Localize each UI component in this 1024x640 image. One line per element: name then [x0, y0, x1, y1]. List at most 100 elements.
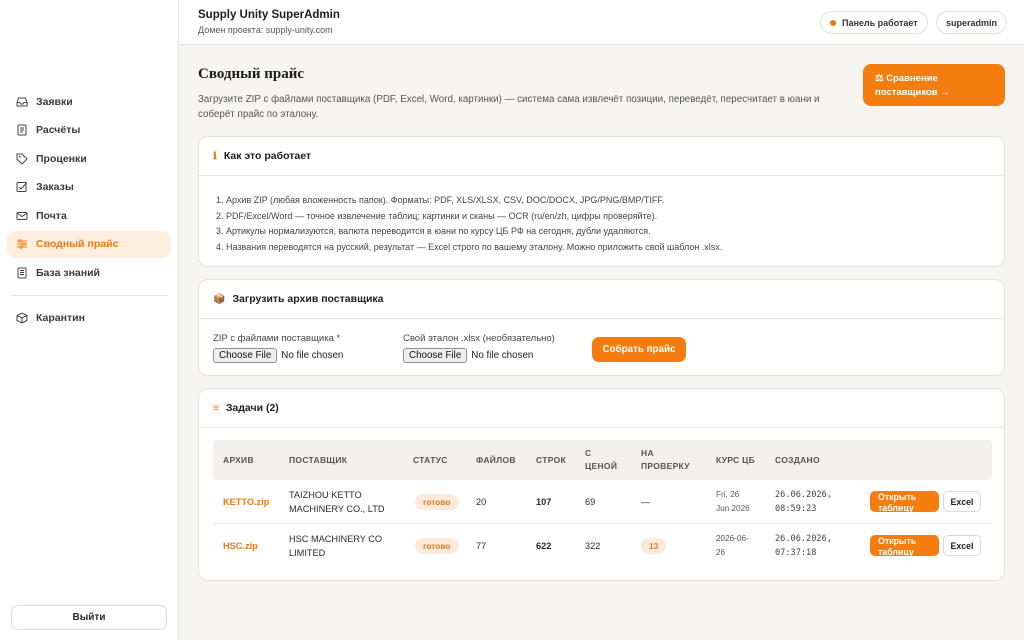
review-count: —	[641, 497, 651, 507]
build-price-button[interactable]: Собрать прайс	[592, 337, 686, 362]
zip-file-status: No file chosen	[281, 350, 344, 361]
tasks-table: АРХИВ ПОСТАВЩИК СТАТУС ФАЙЛОВ СТРОК С ЦЕ…	[213, 440, 992, 568]
rate-line: Jun 2026	[716, 504, 750, 513]
cb-rate-date: Fri, 26 Jun 2026	[716, 488, 750, 516]
status-label: Панель работает	[842, 17, 918, 28]
sidebar-nav: Заявки Расчёты Проценки Заказы Почта Сво…	[7, 88, 171, 333]
open-table-button[interactable]: Открыть таблицу	[870, 491, 939, 513]
sliders-icon	[17, 239, 27, 250]
status-dot-icon	[830, 19, 836, 26]
sidebar-item-label: База знаний	[36, 267, 101, 280]
sidebar-item-quotes[interactable]: Проценки	[7, 145, 171, 172]
steps-list: 1. Архив ZIP (любая вложенность папок). …	[199, 176, 1004, 255]
cube-icon	[16, 312, 28, 324]
archive-link[interactable]: KETTO.zip	[223, 495, 269, 509]
excel-download-button[interactable]: Excel	[943, 535, 981, 556]
column-header: НА ПРОВЕРКУ	[641, 448, 690, 471]
sidebar-item-label: Почта	[36, 209, 67, 222]
column-header: ПОСТАВЩИК	[289, 455, 348, 465]
compare-suppliers-button[interactable]: ⚖ Сравнение поставщиков →	[863, 64, 1005, 106]
supplier-name: HSC MACHINERY CO LIMITED	[289, 532, 382, 560]
upload-card: 📦 Загрузить архив поставщика ZIP с файла…	[198, 279, 1005, 376]
table-row: KETTO.zip TAIZHOU KETTO MACHINERY CO., L…	[213, 480, 992, 524]
card-header: ≡ Задачи (2)	[199, 389, 1004, 428]
tag-icon	[16, 153, 28, 165]
rate-line: 26	[716, 548, 726, 557]
list-item: 1. Архив ZIP (любая вложенность папок). …	[216, 195, 665, 205]
inbox-icon	[16, 97, 28, 106]
zip-choose-file-button[interactable]: Choose File	[213, 348, 278, 363]
column-header: СТАТУС	[413, 455, 448, 465]
template-field-label: Свой эталон .xlsx (необязательно)	[403, 333, 555, 344]
app-title: Supply Unity SuperAdmin	[198, 9, 340, 21]
with-price-count: 69	[585, 497, 596, 507]
status-badge: Панель работает	[820, 11, 928, 34]
list-item: 4. Названия переводятся на русский, резу…	[216, 241, 723, 252]
open-table-button[interactable]: Открыть таблицу	[870, 535, 939, 557]
supplier-line: TAIZHOU KETTO	[289, 490, 362, 500]
created-line: 26.06.2026,	[775, 534, 832, 544]
zip-field-label: ZIP с файлами поставщика *	[213, 333, 341, 344]
excel-download-button[interactable]: Excel	[943, 491, 981, 512]
page-description: Загрузите ZIP с файлами поставщика (PDF,…	[198, 94, 820, 120]
list-item: 2. PDF/Excel/Word — точное извлечение та…	[216, 210, 658, 221]
created-line: 07:37:18	[775, 548, 817, 558]
files-count: 77	[476, 541, 487, 551]
rate-line: 2026-06-	[716, 534, 749, 543]
status-badge: готово	[415, 494, 459, 510]
created-line: 26.06.2026,	[775, 490, 832, 500]
list-icon: ≡	[213, 402, 219, 414]
mail-icon	[16, 211, 28, 220]
created-at: 26.06.2026, 07:37:18	[775, 532, 832, 560]
cb-rate-date: 2026-06- 26	[716, 532, 749, 560]
template-file-status: No file chosen	[471, 350, 534, 361]
sidebar-item-label: Заказы	[36, 181, 74, 194]
created-line: 08:59:23	[775, 504, 817, 514]
sidebar-item-label: Расчёты	[36, 124, 81, 137]
sidebar-item-orders[interactable]: Заказы	[7, 174, 171, 201]
column-header: СТРОК	[536, 455, 566, 465]
with-price-count: 322	[585, 541, 601, 551]
package-icon: 📦	[213, 293, 226, 305]
archive-link[interactable]: HSC.zip	[223, 539, 258, 553]
column-header: ФАЙЛОВ	[476, 455, 516, 465]
sidebar-item-quarantine[interactable]: Карантин	[7, 305, 171, 332]
how-it-works-card: ℹ Как это работает 1. Архив ZIP (любая в…	[198, 136, 1005, 267]
upload-form: ZIP с файлами поставщика * Choose File N…	[199, 319, 1004, 377]
book-icon	[17, 267, 27, 279]
document-icon	[17, 124, 27, 136]
sidebar-item-mail[interactable]: Почта	[7, 202, 171, 229]
column-header: СОЗДАНО	[775, 455, 820, 465]
sidebar-item-summary-price[interactable]: Сводный прайс	[7, 230, 171, 258]
list-item: 3. Артикулы нормализуются, валюта перево…	[216, 226, 651, 237]
tasks-card: ≡ Задачи (2) АРХИВ ПОСТАВЩИК СТАТУС ФАЙЛ…	[198, 388, 1005, 581]
table-row: HSC.zip HSC MACHINERY CO LIMITED готово …	[213, 524, 992, 568]
sidebar-item-label: Карантин	[36, 312, 85, 325]
sidebar-item-label: Проценки	[36, 152, 87, 165]
files-count: 20	[476, 497, 487, 507]
sidebar-item-knowledge-base[interactable]: База знаний	[7, 260, 171, 287]
zip-file-input: Choose File No file chosen	[213, 348, 343, 363]
review-count-badge: 13	[641, 538, 667, 554]
status-badge: готово	[415, 538, 459, 554]
sidebar-item-requests[interactable]: Заявки	[7, 88, 171, 115]
topbar: Supply Unity SuperAdmin Домен проекта: s…	[179, 0, 1024, 45]
table-header: АРХИВ ПОСТАВЩИК СТАТУС ФАЙЛОВ СТРОК С ЦЕ…	[213, 440, 992, 480]
card-title: Задачи (2)	[225, 402, 279, 414]
card-title: Загрузить архив поставщика	[232, 293, 384, 305]
column-header: С ЦЕНОЙ	[585, 448, 618, 471]
sidebar: Заявки Расчёты Проценки Заказы Почта Сво…	[0, 0, 179, 640]
supplier-line: LIMITED	[289, 548, 326, 558]
supplier-line: MACHINERY CO., LTD	[289, 504, 385, 514]
project-domain: Домен проекта: supply-unity.com	[198, 25, 333, 35]
sidebar-item-calculations[interactable]: Расчёты	[7, 117, 171, 144]
template-choose-file-button[interactable]: Choose File	[403, 348, 468, 363]
supplier-name: TAIZHOU KETTO MACHINERY CO., LTD	[289, 488, 384, 516]
supplier-line: HSC MACHINERY CO	[289, 534, 383, 544]
logout-button[interactable]: Выйти	[11, 605, 167, 630]
column-header: КУРС ЦБ	[716, 455, 756, 465]
card-header: ℹ Как это работает	[199, 137, 1004, 176]
user-menu[interactable]: superadmin	[936, 11, 1008, 34]
sidebar-divider	[11, 294, 167, 296]
page-title: Сводный прайс	[198, 66, 305, 82]
